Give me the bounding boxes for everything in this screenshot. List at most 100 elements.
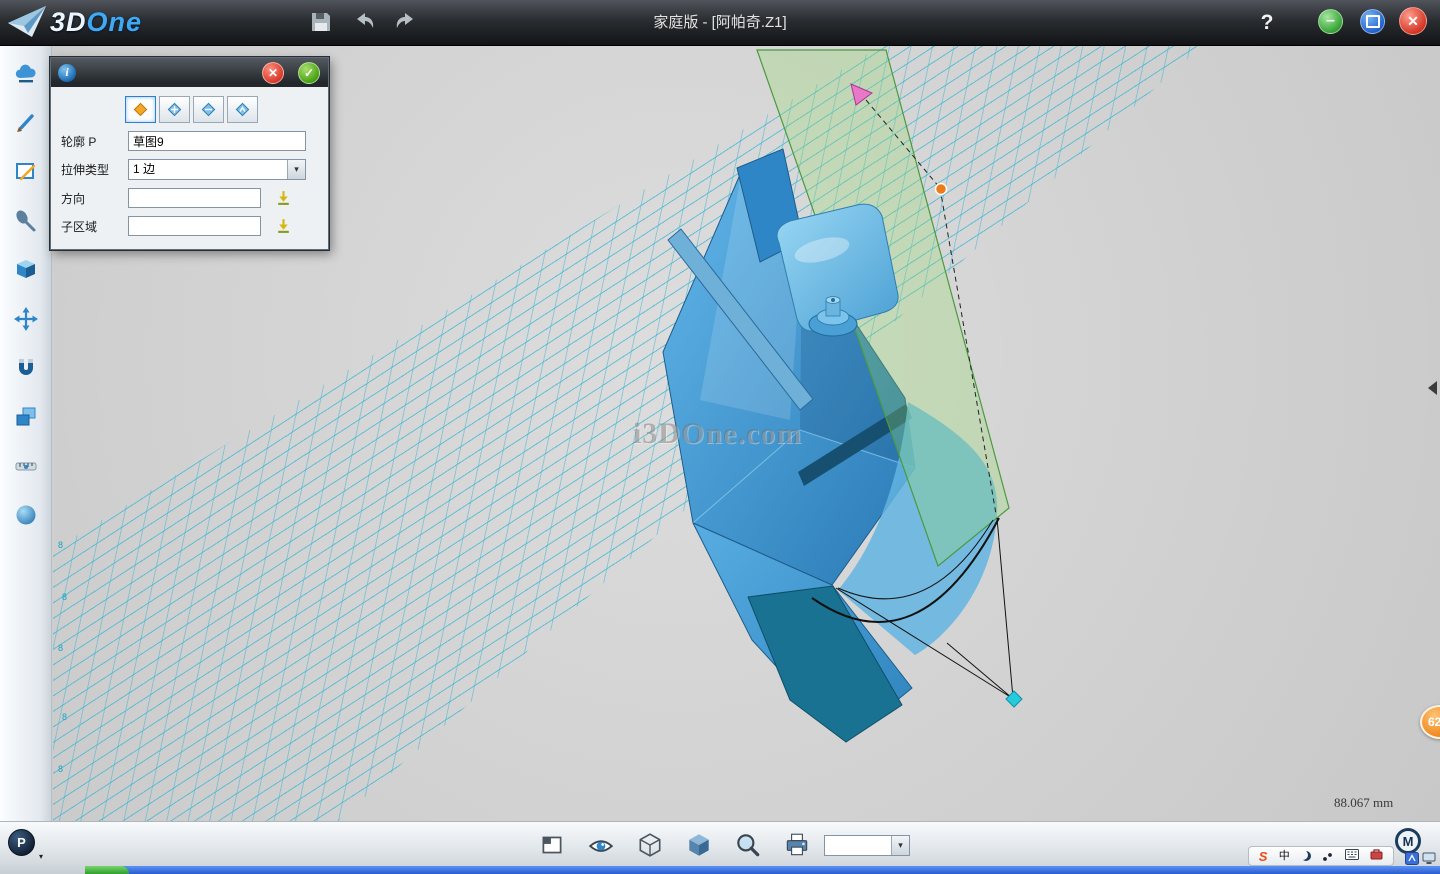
extrude-type-select[interactable]: 1 边 ▾ [128,159,306,180]
ruler-level-icon [12,453,40,479]
profile-anchor-point[interactable] [936,184,947,195]
save-button[interactable] [306,8,336,38]
direction-input[interactable] [128,188,261,208]
windows-taskbar[interactable] [85,866,1440,874]
magnet-icon [12,355,40,381]
panel-collapse-arrow[interactable] [1428,381,1437,395]
extrude-subtract-button[interactable] [193,96,224,123]
minimize-button[interactable]: – [1318,9,1343,34]
extrude-type-value: 1 边 [129,160,287,179]
subregion-pick-button[interactable] [274,217,292,235]
printer-icon [783,831,811,859]
measure-button[interactable] [8,451,44,481]
start-button[interactable] [85,866,129,874]
extrude-target-handle[interactable] [1006,691,1022,707]
subregion-label: 子区域 [59,218,128,235]
dimension-label: 88.067 mm [1334,795,1393,811]
print-button[interactable] [783,831,811,859]
undo-button[interactable] [349,8,379,38]
combine-edit-button[interactable] [8,402,44,432]
save-icon [308,9,334,35]
view-scale-select[interactable]: ▾ [824,835,910,856]
basic-edit-button[interactable] [8,304,44,334]
base-diamond-icon [132,101,149,118]
cloud-library-icon [12,61,40,87]
snap-magnet-button[interactable] [8,353,44,383]
ime-logo-button[interactable]: S [1259,850,1268,863]
shaded-display-button[interactable] [685,831,713,859]
ime-lang-button[interactable]: 中 [1279,851,1290,862]
keyboard-icon [1345,849,1359,860]
wireframe-cube-icon [636,831,664,859]
close-icon: ✕ [1407,13,1419,30]
extrude-intersect-button[interactable] [227,96,258,123]
brand-3d: 3D [50,7,87,37]
minimize-icon: – [1326,13,1335,29]
tray-display-icon[interactable] [1422,852,1436,865]
help-button[interactable]: ? [1254,0,1280,45]
brand-one: One [87,7,143,37]
ime-mode-moon-icon[interactable] [1301,851,1311,861]
profile-input[interactable] [128,131,306,151]
extrude-dialog: i ✕ ✓ [50,57,329,250]
restore-button[interactable] [1360,9,1385,34]
extrude-dialog-header[interactable]: i ✕ ✓ [51,58,328,87]
close-button[interactable]: ✕ [1399,7,1427,35]
grid-tick-label: 8 [58,540,63,550]
toolbox-icon [1370,848,1383,860]
sketch-rect-icon [12,159,40,185]
ime-punctuation-icon[interactable] [1322,851,1333,862]
m-button[interactable]: M [1395,828,1421,854]
info-icon[interactable]: i [58,64,76,82]
p-dropdown-caret[interactable]: ▾ [39,852,43,861]
pick-arrow-icon [275,189,292,206]
visibility-button[interactable] [587,831,615,859]
subregion-field-row: 子区域 [59,216,320,236]
sketch-edit-button[interactable] [8,157,44,187]
boolean-option-row [125,96,320,123]
ime-toolbox-button[interactable] [1370,847,1383,865]
direction-field-row: 方向 [59,188,320,208]
eye-icon [587,831,615,859]
extrude-type-label: 拉伸类型 [59,161,128,178]
subregion-input[interactable] [128,216,261,236]
direction-label: 方向 [59,190,128,207]
brand-text: 3DOne [50,7,142,38]
extrude-base-button[interactable] [125,96,156,123]
chevron-down-icon[interactable]: ▾ [287,160,305,179]
wireframe-display-button[interactable] [636,831,664,859]
sphere-icon [12,502,40,528]
watermark: i3DOne.com [633,417,802,451]
view-scale-value [825,836,891,855]
tray-language-icon[interactable] [1405,852,1419,865]
redo-icon [393,9,419,35]
ime-keyboard-button[interactable] [1345,847,1359,865]
direction-pick-button[interactable] [274,189,292,207]
move-arrows-icon [12,306,40,332]
profile-label: 轮廓 P [59,133,128,150]
p-button[interactable]: P [8,829,35,856]
model-library-button[interactable] [8,59,44,89]
chevron-down-icon[interactable]: ▾ [891,836,909,855]
magnifier-icon [734,831,762,859]
ime-toolbar: S 中 [1248,846,1394,866]
grid-tick-label: 8 [62,592,67,602]
dialog-confirm-button[interactable]: ✓ [298,62,320,84]
dialog-cancel-button[interactable]: ✕ [262,62,284,84]
surface-tool-button[interactable] [8,206,44,236]
sketch-draw-button[interactable] [8,108,44,138]
grid-tick-label: 8 [62,712,67,722]
extrude-dialog-body: 轮廓 P 拉伸类型 1 边 ▾ 方向 子区域 [51,87,328,249]
redo-button[interactable] [391,8,421,38]
solid-primitive-button[interactable] [8,255,44,285]
titlebar: 3DOne 家庭版 - [阿帕奇.Z1] ? – ✕ [0,0,1440,46]
zoom-button[interactable] [734,831,762,859]
align-plane-button[interactable] [538,831,566,859]
extrude-add-button[interactable] [159,96,190,123]
spoon-icon [12,208,40,234]
datum-plane-icon [538,831,566,859]
subtract-diamond-icon [200,101,217,118]
material-render-button[interactable] [8,500,44,530]
grid-tick-label: 8 [58,764,63,774]
cube-icon [12,257,40,283]
